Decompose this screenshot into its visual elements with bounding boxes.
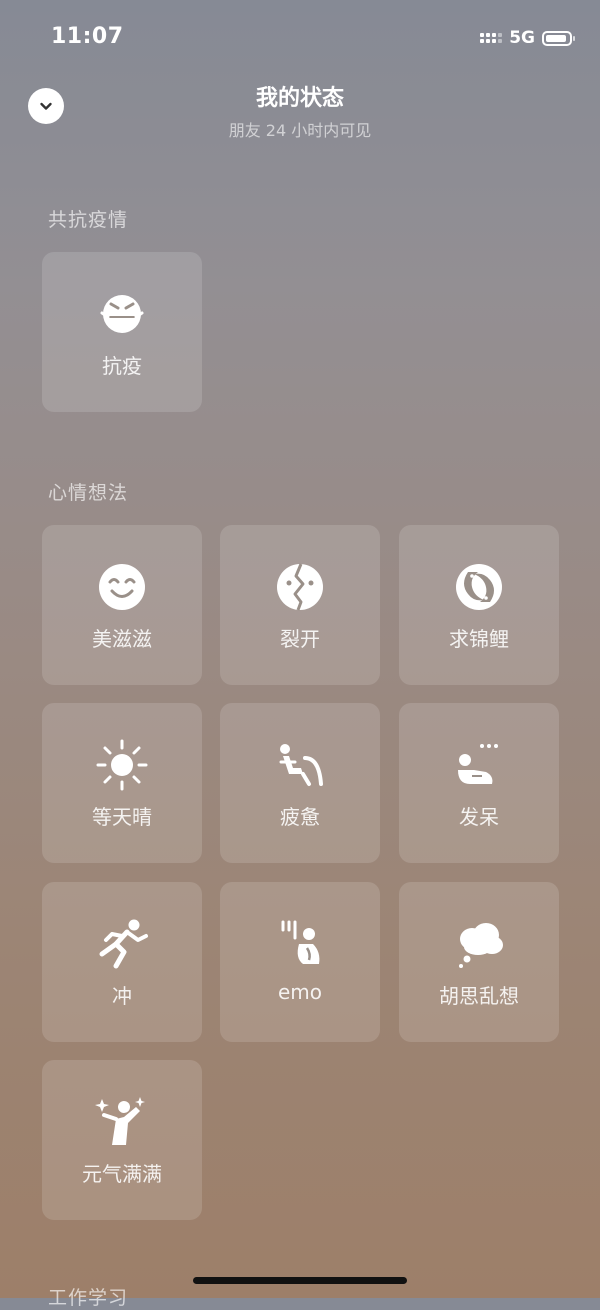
status-tile-kangyi[interactable]: 抗疫 [42, 252, 202, 412]
network-label: 5G [509, 28, 535, 48]
status-tile-pibei[interactable]: 疲惫 [220, 703, 380, 863]
status-tile-husiluanxiang[interactable]: 胡思乱想 [399, 882, 559, 1042]
tired-person-icon [279, 744, 323, 786]
status-tile-emo[interactable]: emo [220, 882, 380, 1042]
cracked-face-icon [277, 563, 323, 611]
smile-icon [99, 564, 145, 610]
status-tile-label: 求锦鲤 [449, 627, 509, 651]
status-tile-liekai[interactable]: 裂开 [220, 525, 380, 685]
status-tile-label: 等天晴 [92, 805, 152, 829]
status-tile-chong[interactable]: 冲 [42, 882, 202, 1042]
status-time: 11:07 [51, 24, 124, 49]
thought-cloud-icon [459, 923, 503, 968]
daze-person-icon [458, 744, 498, 784]
status-tile-yuanqimanman[interactable]: 元气满满 [42, 1060, 202, 1220]
status-tile-label: 疲惫 [280, 805, 320, 829]
mask-face-icon [100, 295, 144, 333]
section-label-epidemic: 共抗疫情 [48, 209, 129, 231]
home-indicator [193, 1277, 407, 1284]
status-tile-label: 抗疫 [102, 354, 142, 378]
emo-person-icon [281, 920, 320, 964]
status-tile-qiujinli[interactable]: 求锦鲤 [399, 525, 559, 685]
section-label-work: 工作学习 [48, 1287, 129, 1309]
status-bar: 11:07 5G [0, 0, 600, 78]
status-tile-label: 裂开 [280, 627, 320, 651]
status-tile-label: 冲 [112, 984, 132, 1008]
battery-icon [542, 30, 575, 46]
status-tile-label: 发呆 [459, 805, 499, 829]
koi-icon [456, 564, 502, 610]
sun-icon [96, 739, 148, 791]
page-subtitle: 朋友 24 小时内可见 [228, 121, 372, 140]
page-title: 我的状态 [255, 86, 344, 111]
status-indicators: 5G [480, 28, 575, 48]
energetic-person-icon [95, 1097, 145, 1145]
status-tile-meizizi[interactable]: 美滋滋 [42, 525, 202, 685]
status-tile-label: emo [277, 980, 323, 1004]
status-tile-label: 元气满满 [82, 1162, 162, 1186]
section-label-mood: 心情想法 [48, 482, 129, 504]
status-tile-label: 美滋滋 [92, 627, 152, 651]
status-tile-dengtianqing[interactable]: 等天晴 [42, 703, 202, 863]
signal-icon [480, 33, 503, 43]
status-tile-label: 胡思乱想 [439, 984, 519, 1008]
status-tile-fadai[interactable]: 发呆 [399, 703, 559, 863]
running-person-icon [99, 919, 148, 969]
